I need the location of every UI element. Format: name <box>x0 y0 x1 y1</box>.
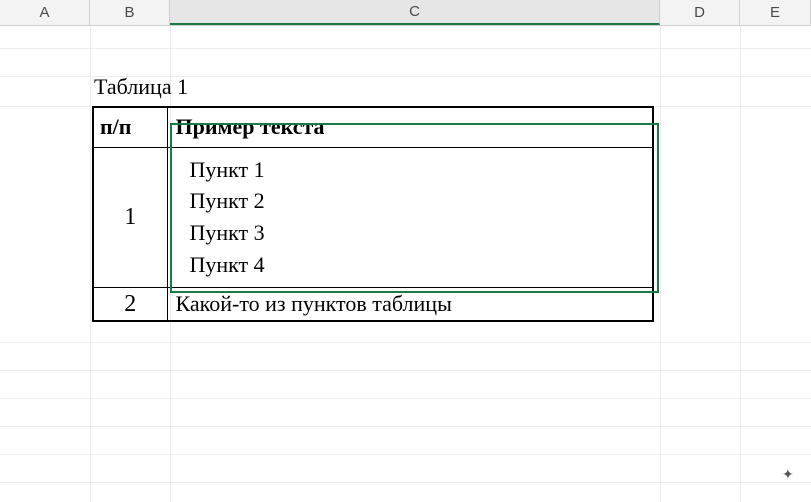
table-row: 2 Какой-то из пунктов таблицы <box>93 288 653 322</box>
embedded-table: п/п Пример текста 1 Пункт 1 Пункт 2 Пунк… <box>92 106 654 322</box>
header-example: Пример текста <box>167 107 653 147</box>
column-headers: A B C D E <box>0 0 811 26</box>
row1-num: 1 <box>93 147 167 288</box>
list-item: Пункт 2 <box>190 185 645 217</box>
list-item: Пункт 3 <box>190 217 645 249</box>
col-header-D[interactable]: D <box>660 0 740 25</box>
row2-num: 2 <box>93 288 167 322</box>
col-header-A[interactable]: A <box>0 0 90 25</box>
row1-body[interactable]: Пункт 1 Пункт 2 Пункт 3 Пункт 4 <box>167 147 653 288</box>
row2-body[interactable]: Какой-то из пунктов таблицы <box>167 288 653 322</box>
col-header-E[interactable]: E <box>740 0 811 25</box>
header-pp: п/п <box>93 107 167 147</box>
table-title: Таблица 1 <box>94 74 188 100</box>
list-item: Пункт 4 <box>190 249 645 281</box>
spreadsheet-grid[interactable]: Таблица 1 п/п Пример текста 1 Пункт 1 Пу… <box>0 26 811 502</box>
table-header-row: п/п Пример текста <box>93 107 653 147</box>
cursor-icon: ✦ <box>782 466 794 483</box>
list-item: Пункт 1 <box>190 154 645 186</box>
table-row: 1 Пункт 1 Пункт 2 Пункт 3 Пункт 4 <box>93 147 653 288</box>
col-header-C[interactable]: C <box>170 0 660 25</box>
col-header-B[interactable]: B <box>90 0 170 25</box>
